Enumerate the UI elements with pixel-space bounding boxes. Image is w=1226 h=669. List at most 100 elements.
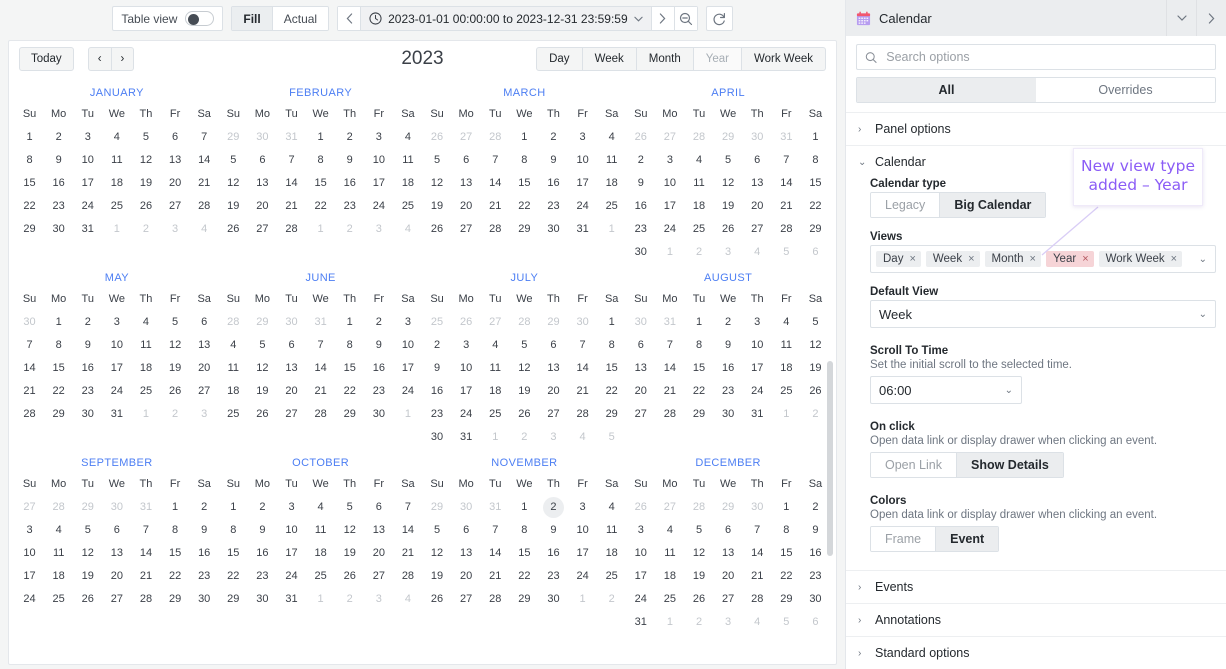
day-cell[interactable]: 28 [510, 311, 539, 334]
day-cell[interactable]: 22 [219, 565, 248, 588]
day-cell[interactable]: 12 [714, 172, 743, 195]
day-cell[interactable]: 1 [219, 496, 248, 519]
day-cell[interactable]: 3 [15, 519, 44, 542]
day-cell[interactable]: 22 [306, 195, 335, 218]
time-range-prev-button[interactable] [338, 7, 361, 30]
day-cell[interactable]: 15 [44, 357, 73, 380]
day-cell[interactable]: 16 [801, 542, 830, 565]
view-tag-week[interactable]: Week × [925, 251, 980, 267]
day-cell[interactable]: 15 [597, 357, 626, 380]
day-cell[interactable]: 2 [714, 311, 743, 334]
day-cell[interactable]: 1 [306, 126, 335, 149]
calendar-scrollbar[interactable] [827, 361, 833, 556]
day-cell[interactable]: 5 [772, 611, 801, 634]
day-cell[interactable]: 29 [219, 126, 248, 149]
refresh-button[interactable] [705, 6, 733, 31]
day-cell[interactable]: 11 [597, 149, 626, 172]
day-cell[interactable]: 18 [131, 357, 160, 380]
day-cell[interactable]: 1 [655, 611, 684, 634]
day-cell[interactable]: 28 [568, 403, 597, 426]
day-cell[interactable]: 6 [801, 241, 830, 264]
day-cell[interactable]: 25 [393, 195, 422, 218]
day-cell[interactable]: 28 [277, 218, 306, 241]
day-cell[interactable]: 6 [277, 334, 306, 357]
day-cell[interactable]: 20 [102, 565, 131, 588]
day-cell[interactable]: 5 [423, 519, 452, 542]
day-cell[interactable]: 5 [510, 334, 539, 357]
day-cell[interactable]: 2 [190, 496, 219, 519]
day-cell[interactable]: 4 [393, 218, 422, 241]
day-cell[interactable]: 12 [335, 519, 364, 542]
day-cell[interactable]: 29 [714, 496, 743, 519]
day-cell[interactable]: 18 [481, 380, 510, 403]
day-cell[interactable]: 20 [714, 565, 743, 588]
day-cell[interactable]: 19 [510, 380, 539, 403]
day-cell[interactable]: 20 [626, 380, 655, 403]
day-cell[interactable]: 27 [481, 311, 510, 334]
day-cell[interactable]: 14 [190, 149, 219, 172]
day-cell[interactable]: 5 [219, 149, 248, 172]
day-cell[interactable]: 3 [102, 311, 131, 334]
day-cell[interactable]: 3 [277, 496, 306, 519]
day-cell[interactable]: 20 [452, 195, 481, 218]
day-cell[interactable]: 15 [335, 357, 364, 380]
calendar-view-button-week[interactable]: Week [582, 47, 637, 71]
calendar-view-button-day[interactable]: Day [536, 47, 583, 71]
day-cell[interactable]: 23 [539, 565, 568, 588]
day-cell[interactable]: 2 [684, 611, 713, 634]
day-cell[interactable]: 26 [714, 218, 743, 241]
day-cell[interactable]: 18 [393, 172, 422, 195]
day-cell[interactable]: 12 [161, 334, 190, 357]
day-cell[interactable]: 1 [15, 126, 44, 149]
day-cell[interactable]: 1 [568, 588, 597, 611]
day-cell[interactable]: 14 [15, 357, 44, 380]
day-cell[interactable]: 6 [102, 519, 131, 542]
day-cell[interactable]: 5 [684, 519, 713, 542]
close-icon[interactable]: × [909, 253, 915, 265]
table-view-toggle[interactable]: Table view [112, 6, 224, 31]
day-cell[interactable]: 21 [131, 565, 160, 588]
day-cell[interactable]: 4 [655, 519, 684, 542]
day-cell[interactable]: 9 [423, 357, 452, 380]
calendar-view-button-month[interactable]: Month [636, 47, 694, 71]
view-tag-day[interactable]: Day × [876, 251, 921, 267]
on-click-option-show-details[interactable]: Show Details [956, 453, 1063, 477]
day-cell[interactable]: 2 [539, 126, 568, 149]
day-cell[interactable]: 11 [306, 519, 335, 542]
day-cell[interactable]: 27 [190, 380, 219, 403]
day-cell[interactable]: 12 [423, 172, 452, 195]
day-cell[interactable]: 16 [364, 357, 393, 380]
filter-tab-overrides[interactable]: Overrides [1036, 78, 1215, 102]
day-cell[interactable]: 11 [131, 334, 160, 357]
day-cell[interactable]: 18 [306, 542, 335, 565]
day-cell[interactable]: 2 [335, 126, 364, 149]
day-cell[interactable]: 5 [714, 149, 743, 172]
calendar-type-option-big-calendar[interactable]: Big Calendar [940, 193, 1046, 217]
day-cell[interactable]: 8 [44, 334, 73, 357]
day-cell[interactable]: 2 [248, 496, 277, 519]
day-cell[interactable]: 10 [102, 334, 131, 357]
day-cell[interactable]: 10 [277, 519, 306, 542]
day-cell[interactable]: 28 [481, 588, 510, 611]
day-cell[interactable]: 19 [684, 565, 713, 588]
day-cell[interactable]: 9 [73, 334, 102, 357]
day-cell[interactable]: 1 [102, 218, 131, 241]
day-cell[interactable]: 27 [364, 565, 393, 588]
day-cell[interactable]: 2 [131, 218, 160, 241]
day-cell[interactable]: 23 [73, 380, 102, 403]
day-cell[interactable]: 14 [481, 172, 510, 195]
day-cell[interactable]: 4 [219, 334, 248, 357]
day-cell[interactable]: 20 [277, 380, 306, 403]
day-cell[interactable]: 17 [364, 172, 393, 195]
search-input[interactable] [884, 49, 1207, 65]
time-range-value-button[interactable]: 2023-01-01 00:00:00 to 2023-12-31 23:59:… [361, 7, 651, 30]
section-header-standard-options[interactable]: › Standard options [846, 637, 1226, 669]
day-cell[interactable]: 26 [510, 403, 539, 426]
day-cell[interactable]: 7 [393, 496, 422, 519]
day-cell[interactable]: 21 [481, 565, 510, 588]
day-cell[interactable]: 1 [131, 403, 160, 426]
day-cell[interactable]: 30 [743, 496, 772, 519]
day-cell[interactable]: 28 [219, 311, 248, 334]
day-cell[interactable]: 29 [801, 218, 830, 241]
day-cell[interactable]: 28 [393, 565, 422, 588]
